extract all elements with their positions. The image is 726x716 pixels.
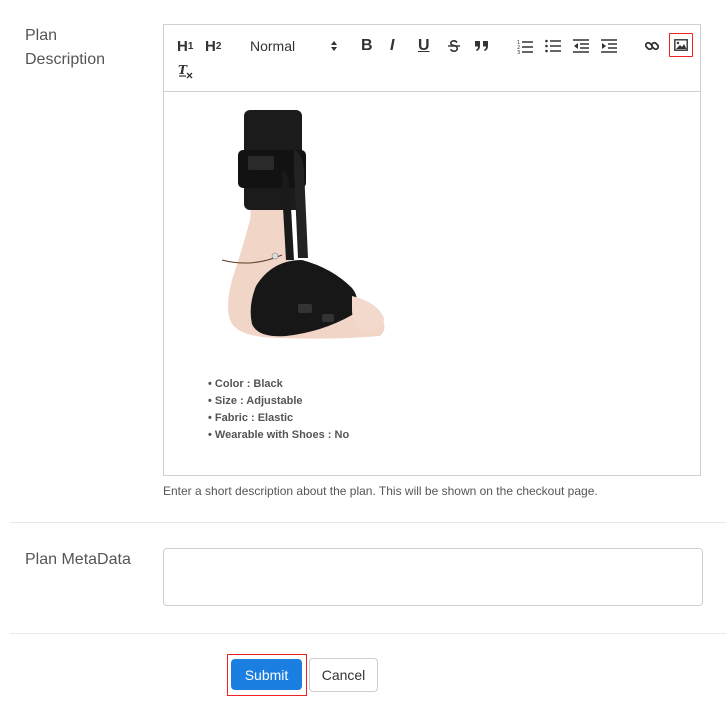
italic-button[interactable]: I [390,34,394,58]
submit-highlight: Submit [227,654,307,696]
updown-arrows-icon [331,41,337,51]
link-icon [644,41,660,51]
list-item: Color : Black [208,376,349,393]
outdent-icon [573,39,589,53]
section-divider [10,522,726,523]
strikethrough-icon [448,39,460,53]
link-button[interactable] [644,34,660,58]
heading-2-button[interactable]: H2 [205,34,221,58]
svg-text:T: T [178,63,188,77]
insert-image-button[interactable] [669,33,693,57]
product-image [221,110,385,339]
blockquote-button[interactable] [474,34,490,58]
ordered-list-button[interactable]: 123 [517,34,533,58]
strikethrough-button[interactable] [446,34,462,58]
clear-format-icon: T [178,63,193,79]
plan-metadata-input[interactable] [163,548,703,606]
bullet-list-icon [545,39,561,53]
section-divider [10,633,726,634]
plan-description-label: Plan Description [25,27,106,68]
bold-button[interactable]: B [361,34,373,58]
plan-metadata-label: Plan MetaData [25,551,131,568]
image-icon [674,39,688,51]
list-item: Fabric : Elastic [208,410,349,427]
editor-content[interactable]: Color : Black Size : Adjustable Fabric :… [164,92,700,475]
feature-list: Color : Black Size : Adjustable Fabric :… [208,376,349,444]
outdent-button[interactable] [573,34,589,58]
underline-button[interactable]: U [418,34,430,58]
indent-icon [601,39,617,53]
cancel-button[interactable]: Cancel [309,658,378,692]
list-item: Wearable with Shoes : No [208,427,349,444]
format-select[interactable]: Normal [250,34,338,58]
plan-description-help: Enter a short description about the plan… [163,484,598,498]
bullet-list-button[interactable] [545,34,561,58]
list-item: Size : Adjustable [208,393,349,410]
rich-text-editor: H1 H2 Normal B I U 123 T • Color: Black… [163,24,701,476]
svg-text:3: 3 [517,50,520,54]
clear-format-button[interactable]: T [177,59,193,83]
ordered-list-icon: 123 [517,40,533,54]
indent-button[interactable] [601,34,617,58]
heading-1-button[interactable]: H1 [177,34,193,58]
editor-toolbar: H1 H2 Normal B I U 123 T [164,25,700,92]
submit-button[interactable]: Submit [231,659,302,690]
format-select-value: Normal [250,38,296,54]
quote-icon [475,41,488,51]
